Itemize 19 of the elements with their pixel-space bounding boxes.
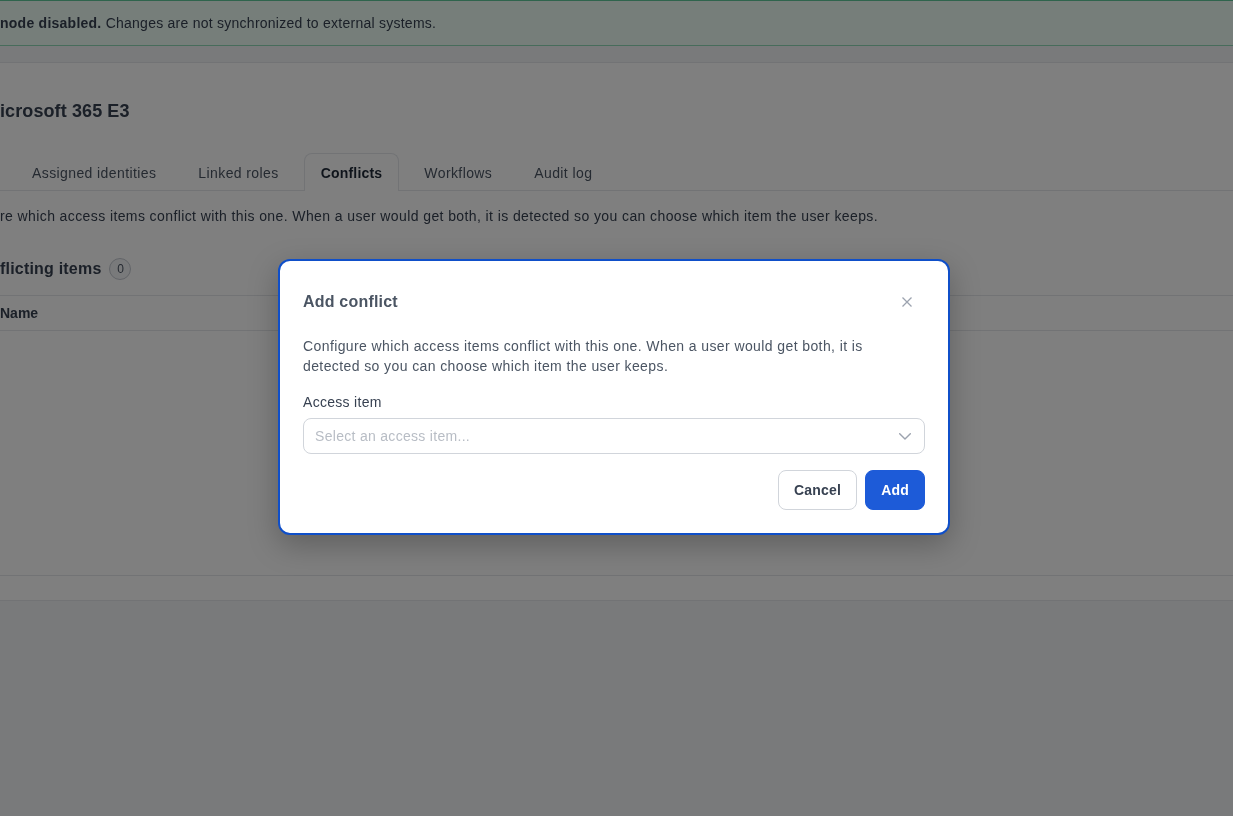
- tab-description: re which access items conflict with this one. When a user would get both, it is detected so you can choose which item the user keeps.: [0, 207, 879, 226]
- tab[interactable]: Assigned identities: [15, 153, 174, 191]
- banner-message: node disabled. Changes are not synchronized to external systems.: [0, 15, 437, 31]
- access-item-select[interactable]: Select an access item...: [303, 418, 925, 454]
- primary-button[interactable]: Add: [865, 470, 925, 510]
- field-label: Access item: [303, 393, 382, 412]
- secondary-button[interactable]: Cancel: [778, 470, 858, 510]
- tab[interactable]: Conflicts: [303, 153, 400, 191]
- section-heading: flicting items: [0, 260, 102, 278]
- page-title: icrosoft 365 E3: [0, 100, 130, 123]
- chevron-down-icon: [899, 433, 911, 440]
- column-header: Name: [0, 305, 39, 321]
- tab[interactable]: Workflows: [407, 153, 510, 191]
- tab[interactable]: Audit log: [517, 153, 610, 191]
- tab[interactable]: Linked roles: [181, 153, 296, 191]
- count-badge: 0: [109, 258, 132, 280]
- dialog-title: Add conflict: [303, 292, 398, 312]
- close-icon: [902, 297, 912, 307]
- dialog-description: Configure which access items conflict with this one. When a user would get both, it is detected so you can choose which item the user keeps.: [303, 337, 864, 376]
